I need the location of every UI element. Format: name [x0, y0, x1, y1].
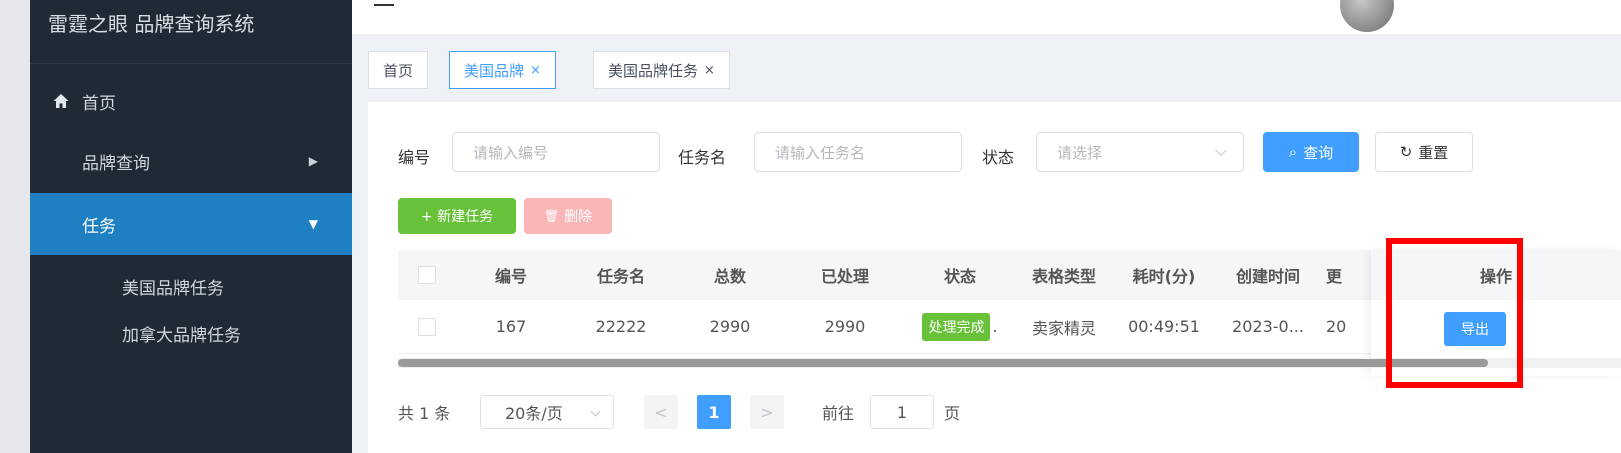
task-name-label: 任务名: [678, 148, 727, 167]
select-all-cell: [398, 250, 456, 300]
cell-processed: 2990: [824, 317, 866, 336]
chevron-down-icon: [590, 406, 601, 417]
close-icon[interactable]: ×: [704, 63, 715, 78]
grid-icon: [52, 215, 70, 233]
grid-icon: [52, 152, 70, 170]
status-badge: 处理完成: [922, 312, 991, 341]
page-size-select[interactable]: 20条/页: [480, 395, 614, 429]
col-header[interactable]: 表格类型: [1014, 250, 1114, 300]
status-label: 状态: [982, 148, 1015, 167]
topbar: [352, 0, 1621, 34]
page-size-value: 20条/页: [505, 404, 563, 423]
cell-task-name: 22222: [595, 317, 647, 336]
sidebar-item-label: 加拿大品牌任务: [122, 325, 241, 346]
delete-label: 删除: [564, 209, 593, 225]
grid-icon: [92, 277, 110, 295]
sidebar-item-label: 美国品牌任务: [122, 278, 224, 299]
collapse-arrow-icon: ▼: [308, 217, 318, 231]
refresh-icon: ↻: [1399, 143, 1413, 161]
avatar[interactable]: [1340, 0, 1394, 32]
cell-id: 167: [495, 317, 527, 336]
cell-overflow-mark: .: [992, 317, 998, 336]
sidebar-item-ca-brand-tasks[interactable]: 加拿大品牌任务: [30, 302, 352, 364]
status-select[interactable]: 请选择: [1036, 132, 1244, 172]
annotation-highlight-box: [1386, 238, 1523, 388]
tabs-bar: 首页 美国品牌 × 美国品牌任务 ×: [352, 34, 1621, 98]
task-name-input[interactable]: 请输入任务名: [754, 132, 962, 172]
tab-us-brand-tasks[interactable]: 美国品牌任务 ×: [593, 51, 730, 89]
search-button[interactable]: ⌕ 查询: [1263, 132, 1359, 172]
next-page-button[interactable]: >: [750, 395, 784, 429]
id-label: 编号: [398, 148, 431, 167]
status-placeholder: 请选择: [1057, 143, 1103, 162]
sidebar-divider: [30, 63, 352, 64]
prev-page-button[interactable]: <: [644, 395, 678, 429]
id-input[interactable]: 请输入编号: [452, 132, 660, 172]
trash-icon: 🗑: [543, 209, 560, 223]
reset-button[interactable]: ↻ 重置: [1375, 132, 1473, 172]
row-checkbox[interactable]: [418, 317, 436, 336]
col-header[interactable]: 更: [1322, 250, 1352, 300]
task-name-placeholder: 请输入任务名: [775, 143, 866, 162]
left-gutter: [0, 0, 30, 453]
goto-label: 前往: [822, 404, 855, 423]
sidebar-item-tasks[interactable]: 任务 ▼: [30, 193, 352, 255]
col-header[interactable]: 编号: [456, 250, 566, 300]
sidebar-item-brand-query[interactable]: 品牌查询 ▶: [30, 130, 352, 192]
col-header[interactable]: 创建时间: [1214, 250, 1322, 300]
menu-toggle-icon[interactable]: [374, 4, 394, 6]
reset-button-label: 重置: [1418, 143, 1449, 162]
chevron-down-icon: [1215, 144, 1227, 157]
col-header[interactable]: 总数: [676, 250, 784, 300]
add-task-button[interactable]: + 新建任务: [398, 198, 516, 234]
page-unit-label: 页: [944, 404, 961, 423]
cell-status: 处理完成 .: [906, 300, 1014, 353]
home-icon: [53, 94, 69, 108]
goto-page-input[interactable]: 1: [870, 395, 934, 429]
sidebar-item-label: 首页: [82, 93, 116, 114]
cell-created: 2023-0...: [1232, 317, 1304, 336]
pagination-total: 共 1 条: [398, 404, 451, 423]
tab-home[interactable]: 首页: [368, 51, 429, 89]
id-placeholder: 请输入编号: [473, 143, 549, 162]
sidebar-item-label: 任务: [82, 216, 116, 237]
close-icon[interactable]: ×: [530, 63, 541, 78]
sidebar-item-label: 品牌查询: [82, 153, 150, 174]
search-button-label: 查询: [1303, 143, 1334, 162]
sidebar-item-home[interactable]: 首页: [30, 70, 352, 132]
delete-button[interactable]: 🗑 删除: [524, 198, 612, 234]
select-all-checkbox[interactable]: [418, 266, 436, 284]
tab-us-brand[interactable]: 美国品牌 ×: [449, 51, 556, 89]
tab-label: 首页: [383, 61, 414, 80]
row-select-cell: [398, 300, 456, 353]
app-title: 雷霆之眼 品牌查询系统: [48, 12, 255, 36]
cell-duration: 00:49:51: [1128, 317, 1200, 336]
cell-total: 2990: [709, 317, 751, 336]
expand-arrow-icon: ▶: [308, 154, 318, 168]
cell-updated: 20: [1326, 317, 1347, 336]
scrollbar-thumb[interactable]: [398, 359, 1488, 367]
grid-icon: [92, 324, 110, 342]
page-number-current[interactable]: 1: [697, 395, 731, 429]
col-header[interactable]: 状态: [906, 250, 1014, 300]
tab-label: 美国品牌: [464, 61, 525, 80]
col-header[interactable]: 任务名: [566, 250, 676, 300]
search-icon: ⌕: [1288, 143, 1298, 161]
col-header[interactable]: 耗时(分): [1114, 250, 1214, 300]
sidebar: 雷霆之眼 品牌查询系统 首页 品牌查询 ▶ 任务 ▼ 美国品牌任务 加拿大品牌任…: [30, 0, 352, 453]
tab-label: 美国品牌任务: [608, 61, 699, 80]
add-task-label: + 新建任务: [420, 209, 494, 225]
cell-sheet-type: 卖家精灵: [1031, 318, 1096, 338]
col-header[interactable]: 已处理: [784, 250, 906, 300]
